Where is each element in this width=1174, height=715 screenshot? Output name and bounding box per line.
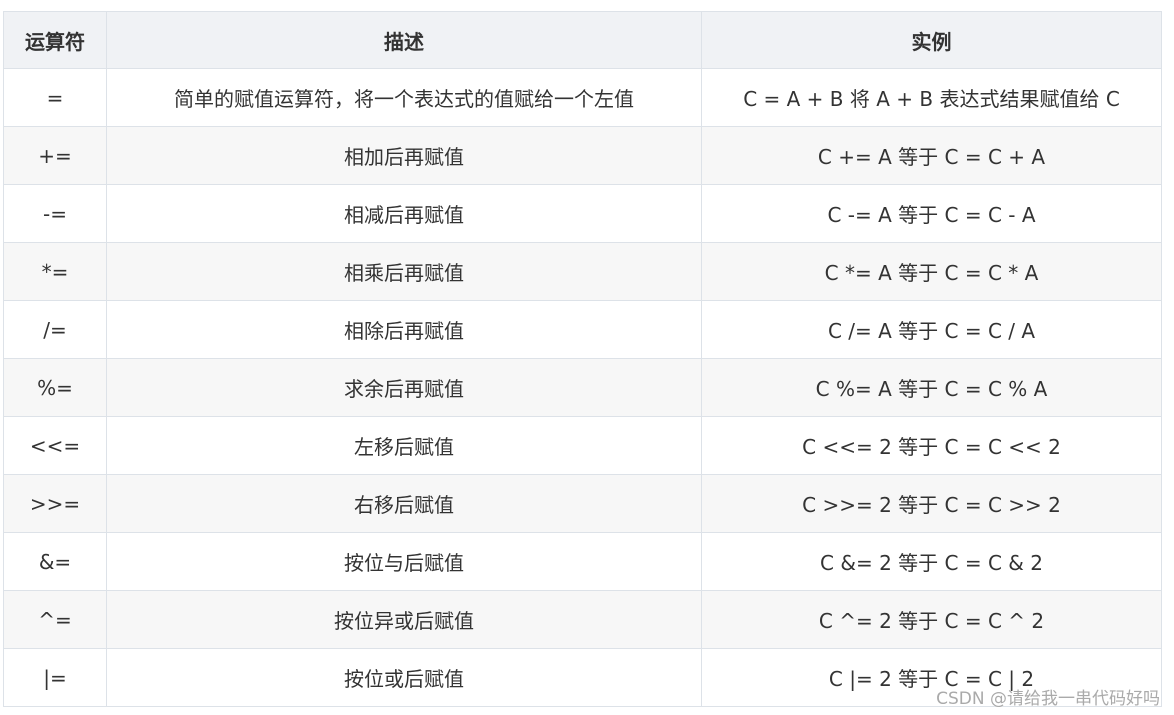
table-header-row: 运算符 描述 实例 [3,11,1162,69]
header-operator: 运算符 [3,11,107,69]
operator-cell: >>= [3,474,107,533]
description-cell: 相除后再赋值 [106,300,702,359]
example-cell: C = A + B 将 A + B 表达式结果赋值给 C [701,68,1162,127]
example-cell: C /= A 等于 C = C / A [701,300,1162,359]
description-cell: 左移后赋值 [106,416,702,475]
example-cell: C ^= 2 等于 C = C ^ 2 [701,590,1162,649]
table-row: <<= 左移后赋值 C <<= 2 等于 C = C << 2 [3,416,1162,475]
description-cell: 求余后再赋值 [106,358,702,417]
operator-cell: &= [3,532,107,591]
operator-cell: -= [3,184,107,243]
description-cell: 相减后再赋值 [106,184,702,243]
example-cell: C %= A 等于 C = C % A [701,358,1162,417]
table-row: *= 相乘后再赋值 C *= A 等于 C = C * A [3,242,1162,301]
csdn-watermark: CSDN @请给我一串代码好吗 [936,689,1160,709]
description-cell: 右移后赋值 [106,474,702,533]
operator-cell: /= [3,300,107,359]
header-example: 实例 [701,11,1162,69]
description-cell: 按位与后赋值 [106,532,702,591]
operator-cell: = [3,68,107,127]
table-row: = 简单的赋值运算符，将一个表达式的值赋给一个左值 C = A + B 将 A … [3,68,1162,127]
example-cell: C >>= 2 等于 C = C >> 2 [701,474,1162,533]
table-row: &= 按位与后赋值 C &= 2 等于 C = C & 2 [3,532,1162,591]
description-cell: 简单的赋值运算符，将一个表达式的值赋给一个左值 [106,68,702,127]
table-row: %= 求余后再赋值 C %= A 等于 C = C % A [3,358,1162,417]
table-row: -= 相减后再赋值 C -= A 等于 C = C - A [3,184,1162,243]
description-cell: 按位或后赋值 [106,648,702,707]
assignment-operators-table: 运算符 描述 实例 = 简单的赋值运算符，将一个表达式的值赋给一个左值 C = … [3,11,1162,707]
example-cell: C -= A 等于 C = C - A [701,184,1162,243]
table-body: = 简单的赋值运算符，将一个表达式的值赋给一个左值 C = A + B 将 A … [3,68,1162,707]
operator-cell: <<= [3,416,107,475]
operator-cell: ^= [3,590,107,649]
description-cell: 按位异或后赋值 [106,590,702,649]
operator-cell: += [3,126,107,185]
table-row: /= 相除后再赋值 C /= A 等于 C = C / A [3,300,1162,359]
operator-cell: |= [3,648,107,707]
description-cell: 相加后再赋值 [106,126,702,185]
description-cell: 相乘后再赋值 [106,242,702,301]
header-description: 描述 [106,11,702,69]
example-cell: C += A 等于 C = C + A [701,126,1162,185]
example-cell: C *= A 等于 C = C * A [701,242,1162,301]
table-row: >>= 右移后赋值 C >>= 2 等于 C = C >> 2 [3,474,1162,533]
operator-cell: %= [3,358,107,417]
table-row: += 相加后再赋值 C += A 等于 C = C + A [3,126,1162,185]
example-cell: C &= 2 等于 C = C & 2 [701,532,1162,591]
table-row: ^= 按位异或后赋值 C ^= 2 等于 C = C ^ 2 [3,590,1162,649]
example-cell: C <<= 2 等于 C = C << 2 [701,416,1162,475]
operator-cell: *= [3,242,107,301]
